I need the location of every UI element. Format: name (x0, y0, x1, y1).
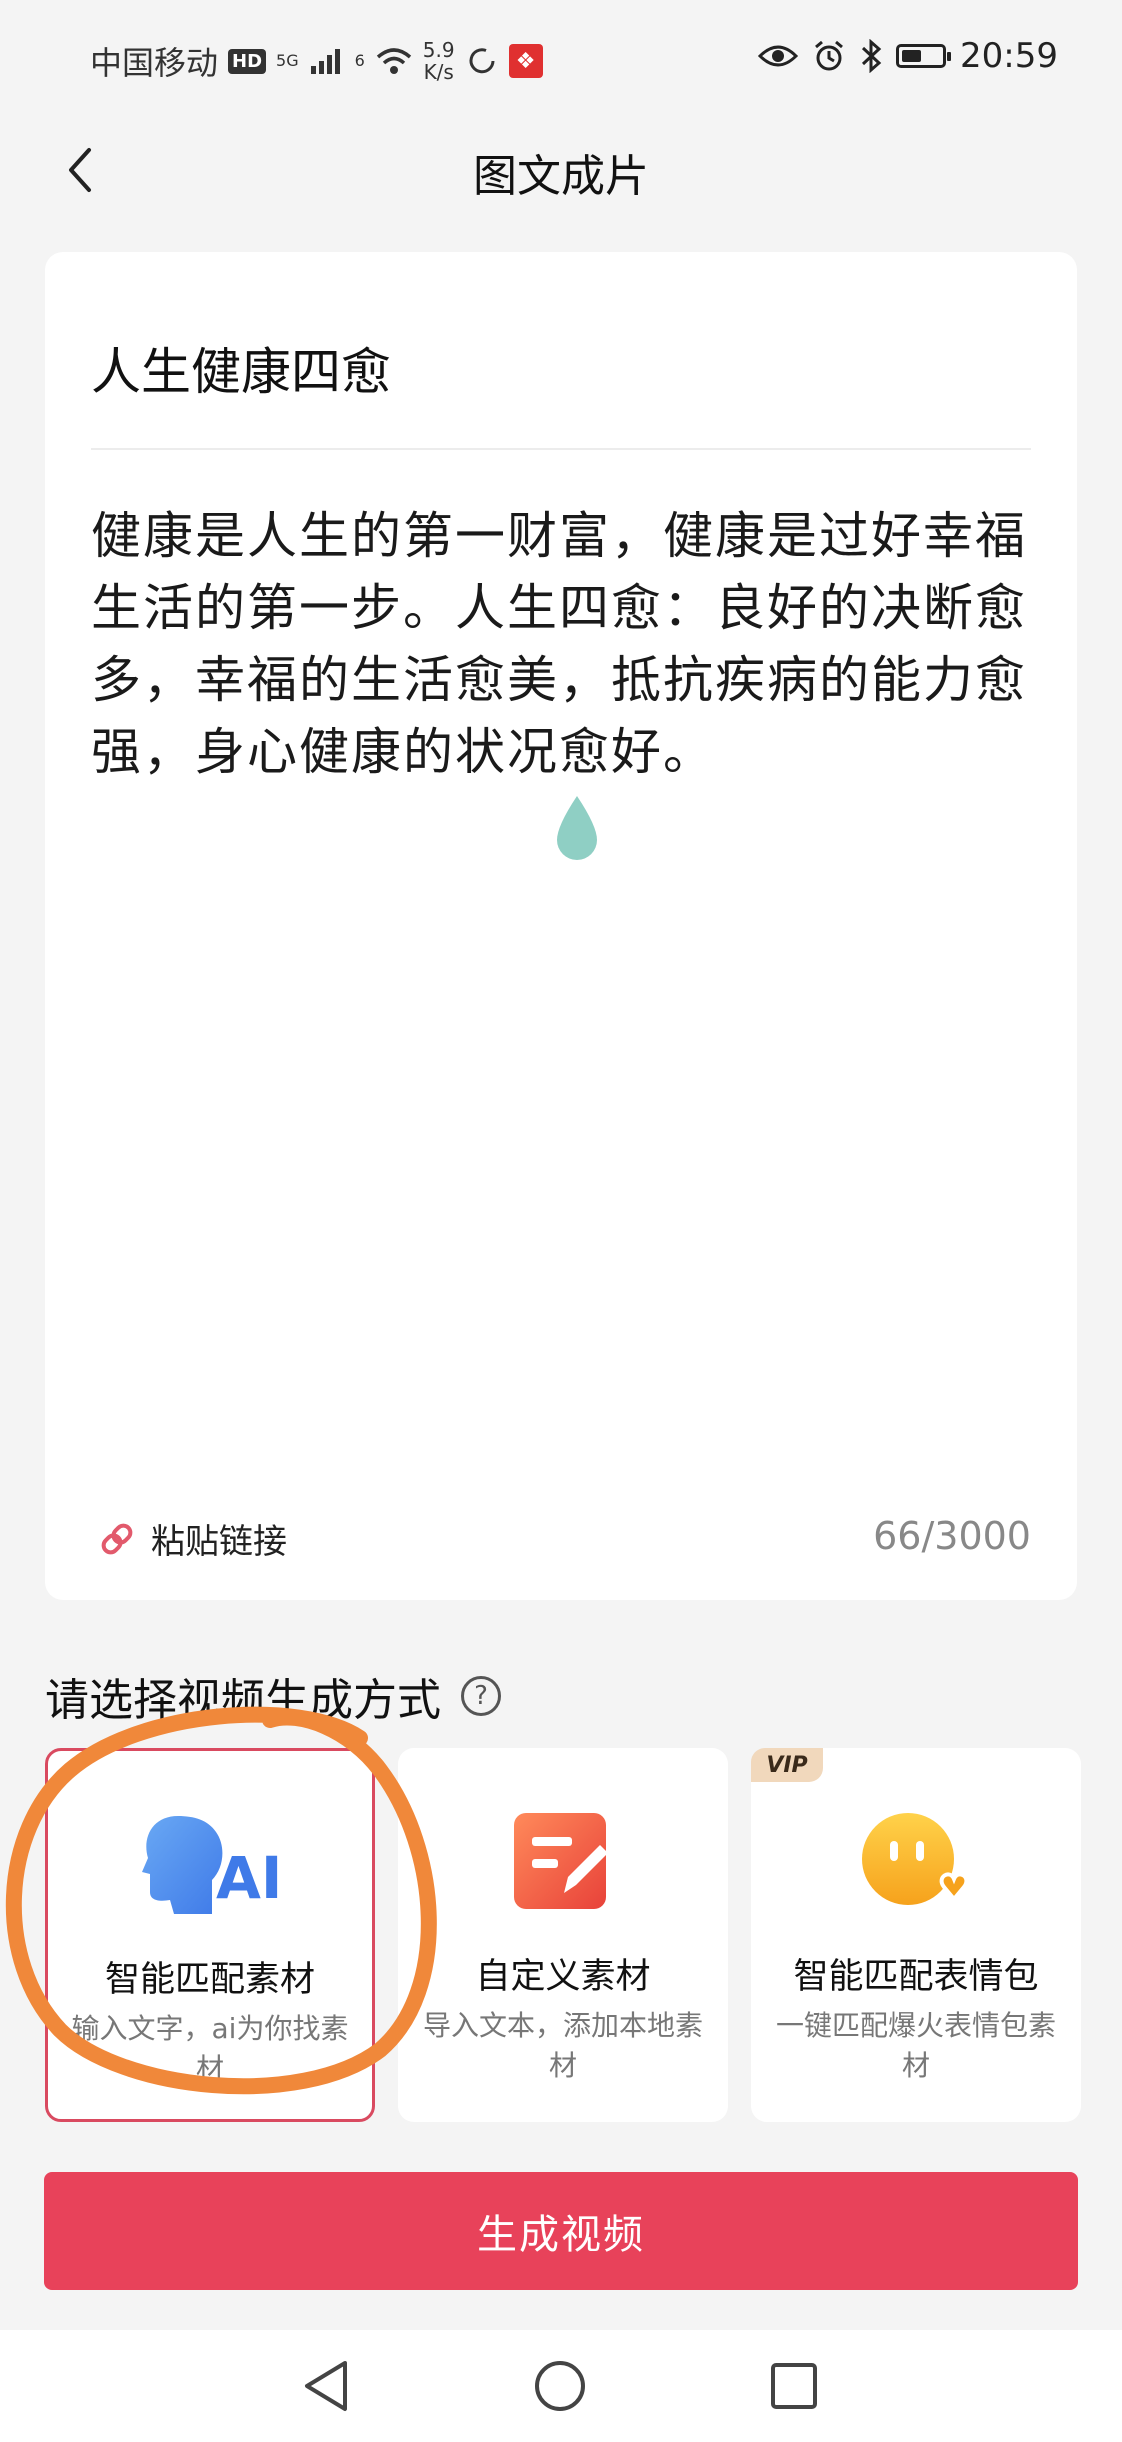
option-desc: 导入文本，添加本地素材 (422, 2009, 703, 2082)
char-counter: 66/3000 (873, 1514, 1031, 1558)
option-title: 智能匹配表情包 (793, 1957, 1039, 1997)
page-title: 图文成片 (473, 151, 649, 202)
5g-label: 5G (276, 51, 299, 70)
system-back-button[interactable] (290, 2350, 362, 2422)
section-title-text: 请选择视频生成方式 (45, 1675, 441, 1726)
system-home-button[interactable] (524, 2350, 596, 2422)
generate-video-label: 生成视频 (477, 2212, 645, 2258)
hd-badge: HD (228, 48, 267, 74)
wifi-icon (376, 48, 411, 74)
text-cursor-handle-icon[interactable] (547, 792, 607, 866)
signal-icon (310, 49, 340, 74)
option-icon-wrap (751, 1802, 1081, 1922)
alarm-icon (815, 40, 843, 71)
ai-icon-text: AI (216, 1844, 280, 1912)
system-recents-button[interactable] (758, 2350, 830, 2422)
generate-video-button[interactable]: 生成视频 (44, 2172, 1078, 2290)
triangle-back-icon (305, 2361, 347, 2411)
nav-bar: 图文成片 (0, 130, 1122, 210)
doc-title-input[interactable]: 人生健康四愈 (91, 332, 391, 404)
divider (91, 448, 1031, 450)
status-bar: 中国移动 HD 5G 6 5.9 K/s ❖ 20:59 (0, 0, 1122, 120)
option-title: 自定义素材 (475, 1957, 651, 1997)
circle-home-icon (535, 2361, 585, 2411)
net-speed: 5.9 K/s (423, 39, 455, 83)
clock: 20:59 (960, 36, 1058, 76)
option-smart-match[interactable]: AI 智能匹配素材 输入文字，ai为你找素材 (45, 1748, 375, 2122)
paste-link-button[interactable]: 粘贴链接 (97, 1514, 287, 1563)
status-right: 20:59 (758, 36, 1058, 76)
app-notification-icon: ❖ (508, 44, 543, 78)
status-left: 中国移动 HD 5G 6 5.9 K/s ❖ (90, 38, 543, 84)
option-desc: 一键匹配爆火表情包素材 (775, 2009, 1056, 2082)
option-smart-emoji[interactable]: VIP 智能匹配表情包 一键匹配爆火表情包素材 (751, 1748, 1081, 2122)
option-custom-material[interactable]: 自定义素材 导入文本，添加本地素材 (398, 1748, 728, 2122)
carrier-label: 中国移动 (90, 44, 219, 82)
battery-fill (902, 50, 922, 62)
ai-head-icon: AI (142, 1816, 280, 1914)
vip-badge: VIP (751, 1748, 823, 1782)
wifi-superscript: 6 (354, 51, 365, 70)
paste-link-label: 粘贴链接 (151, 1522, 287, 1562)
body-textarea[interactable]: 健康是人生的第一财富，健康是过好幸福生活的第一步。人生四愈：良好的决断愈多，幸福… (91, 500, 1031, 788)
option-icon-wrap (398, 1802, 728, 1922)
system-nav-bar (0, 2330, 1122, 2442)
speed-value: 5.9 (422, 38, 455, 62)
emoji-heart-icon (862, 1813, 969, 1905)
option-title: 智能匹配素材 (104, 1960, 315, 2000)
edit-document-icon (514, 1813, 608, 1909)
square-recents-icon (771, 2363, 817, 2409)
speed-unit: K/s (423, 60, 454, 84)
loading-ring-icon (469, 48, 495, 74)
option-desc: 输入文字，ai为你找素材 (71, 2012, 349, 2085)
option-icon-wrap: AI (48, 1805, 372, 1925)
bluetooth-icon (861, 39, 882, 73)
help-icon[interactable]: ? (461, 1676, 501, 1716)
battery-icon (896, 44, 952, 68)
section-title: 请选择视频生成方式 ? (45, 1664, 501, 1728)
editor-card: 人生健康四愈 健康是人生的第一财富，健康是过好幸福生活的第一步。人生四愈：良好的… (45, 252, 1077, 1600)
link-icon (101, 1523, 133, 1554)
eye-icon (758, 45, 799, 67)
